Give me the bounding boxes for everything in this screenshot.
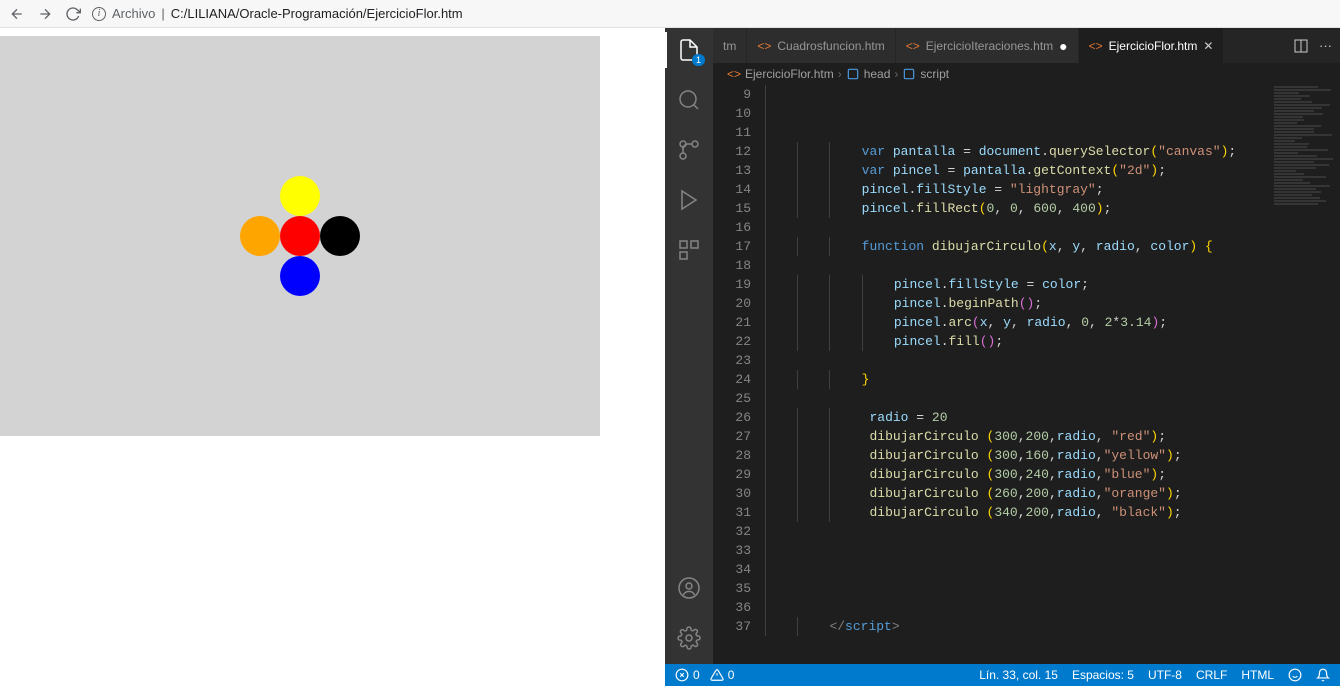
tab-label: EjercicioFlor.htm: [1109, 39, 1198, 53]
breadcrumb-head: head: [864, 67, 891, 81]
extensions-icon[interactable]: [675, 236, 703, 264]
split-editor-icon[interactable]: [1293, 38, 1309, 54]
source-control-icon[interactable]: [675, 136, 703, 164]
account-icon[interactable]: [675, 574, 703, 602]
file-icon: <>: [757, 39, 771, 53]
tab-label: EjercicioIteraciones.htm: [926, 39, 1053, 53]
circle-black: [320, 216, 360, 256]
minimap[interactable]: [1270, 85, 1340, 664]
canvas-area: [0, 36, 600, 436]
vscode-pane: 1 tm <> Cuadrosfuncion.htm <> EjercicioItera…: [665, 28, 1340, 686]
file-icon: <>: [727, 67, 741, 81]
bell-icon[interactable]: [1316, 668, 1330, 682]
circle-blue: [280, 256, 320, 296]
address-sep: |: [161, 6, 164, 21]
chevron-right-icon: ›: [894, 67, 898, 81]
status-lang[interactable]: HTML: [1241, 668, 1274, 682]
breadcrumb-script: script: [920, 67, 949, 81]
feedback-icon[interactable]: [1288, 668, 1302, 682]
file-icon: <>: [906, 39, 920, 53]
tab-cuadrosfuncion-htm[interactable]: <> Cuadrosfuncion.htm: [747, 28, 895, 63]
tabs-row: tm <> Cuadrosfuncion.htm <> EjercicioIteraci…: [713, 28, 1340, 63]
tabs-actions: ···: [1285, 28, 1340, 63]
status-encoding[interactable]: UTF-8: [1148, 668, 1182, 682]
code-content[interactable]: var pantalla = document.querySelector("c…: [765, 85, 1340, 664]
browser-viewport: [0, 28, 665, 686]
symbol-icon: [902, 67, 916, 81]
back-button[interactable]: [8, 5, 26, 23]
info-icon: i: [92, 7, 106, 21]
file-icon: <>: [1089, 39, 1103, 53]
tab-tm[interactable]: tm: [713, 28, 747, 63]
run-icon[interactable]: [675, 186, 703, 214]
line-gutter: 9101112131415161718192021222324252627282…: [713, 85, 765, 664]
breadcrumb[interactable]: <> EjercicioFlor.htm › head › script: [713, 63, 1340, 85]
chevron-right-icon: ›: [838, 67, 842, 81]
explorer-badge: 1: [692, 54, 705, 66]
status-errors[interactable]: 0: [675, 668, 700, 682]
tab-label: Cuadrosfuncion.htm: [777, 39, 884, 53]
more-icon[interactable]: ···: [1319, 38, 1332, 53]
address-bar[interactable]: i Archivo | C:/LILIANA/Oracle-Programaci…: [92, 6, 463, 21]
status-bar: 0 0 Lín. 33, col. 15 Espacios: 5 UTF-8 C…: [665, 664, 1340, 686]
status-warnings[interactable]: 0: [710, 668, 735, 682]
browser-toolbar: i Archivo | C:/LILIANA/Oracle-Programaci…: [0, 0, 1340, 28]
editor-area: tm <> Cuadrosfuncion.htm <> EjercicioIteraci…: [713, 28, 1340, 664]
address-url: C:/LILIANA/Oracle-Programación/Ejercicio…: [171, 6, 463, 21]
close-icon[interactable]: ✕: [1203, 39, 1213, 53]
status-spaces[interactable]: Espacios: 5: [1072, 668, 1134, 682]
gear-icon[interactable]: [675, 624, 703, 652]
forward-button[interactable]: [36, 5, 54, 23]
breadcrumb-file: EjercicioFlor.htm: [745, 67, 834, 81]
tab-label: tm: [723, 39, 736, 53]
reload-button[interactable]: [64, 5, 82, 23]
search-icon[interactable]: [675, 86, 703, 114]
circle-orange: [240, 216, 280, 256]
explorer-icon[interactable]: 1: [675, 36, 703, 64]
address-label: Archivo: [112, 6, 155, 21]
activity-bar: 1: [665, 28, 713, 664]
dirty-indicator: ●: [1059, 38, 1067, 54]
status-lncol[interactable]: Lín. 33, col. 15: [979, 668, 1058, 682]
tab-ejercicioflor-htm[interactable]: <> EjercicioFlor.htm ✕: [1079, 28, 1225, 63]
circle-yellow: [280, 176, 320, 216]
editor-body[interactable]: 9101112131415161718192021222324252627282…: [713, 85, 1340, 664]
status-eol[interactable]: CRLF: [1196, 668, 1227, 682]
circle-red: [280, 216, 320, 256]
tab-ejercicioiteraciones-htm[interactable]: <> EjercicioIteraciones.htm ●: [896, 28, 1079, 63]
symbol-icon: [846, 67, 860, 81]
